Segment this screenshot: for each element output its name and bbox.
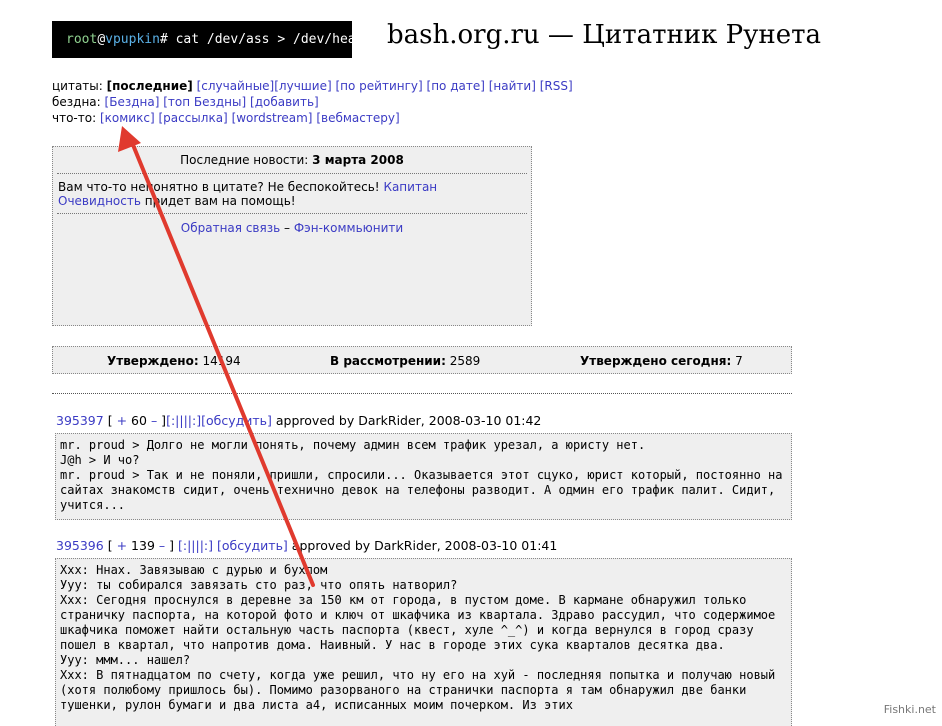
news-header-date: 3 марта 2008 [312,153,404,167]
quote-rating: 60 [131,413,147,428]
stat-approved-value: 14194 [202,354,241,368]
quote-line: mr. proud > Так и не поняли, пришли, спр… [60,468,790,512]
nav-item-comics[interactable]: [комикс] [100,111,155,125]
nav-item-search[interactable]: [найти] [489,79,536,93]
fan-community-link[interactable]: Фэн-коммьюнити [294,221,403,235]
quote-meta: approved by DarkRider, 2008-03-10 01:42 [275,413,542,428]
news-links: Обратная связь – Фэн-коммьюнити [53,221,531,235]
terminal-at: @ [97,32,106,47]
quote-header: 395397 [ + 60 – ][:||||:][обсудить] appr… [56,413,541,428]
terminal-user: root [66,32,98,47]
quote-line: Ххх: Сегодня проснулся в деревне за 150 … [60,593,783,652]
nav-item-random[interactable]: [случайные] [197,79,275,93]
stat-today: Утверждено сегодня: 7 [580,354,743,368]
nav-quotes: цитаты: [последние] [случайные][лучшие] … [52,79,573,93]
stat-approved-label: Утверждено: [107,354,199,368]
stats-bar: Утверждено: 14194 В рассмотрении: 2589 У… [52,346,792,374]
nav-item-abyss-top[interactable]: [топ Бездны] [163,95,246,109]
terminal-banner: root @ vpupkin # cat /dev/ass > /dev/head [52,21,363,58]
quote-text: mr. proud > Долго не могли понять, почем… [55,433,792,520]
vote-down-button[interactable]: – [151,413,157,428]
stat-pending-label: В рассмотрении: [330,354,446,368]
quote-line: J@h > И чо? [60,453,140,467]
watermark: Fishki.net [883,703,936,716]
terminal-host: vpupkin [105,32,160,47]
discuss-link[interactable]: [обсудить] [217,538,288,553]
quote-rating: 139 [131,538,155,553]
news-text-before: Вам что-то непонятно в цитате? Не беспок… [58,180,384,194]
nav-other: что-то: [комикс] [рассылка] [wordstream]… [52,111,400,125]
nav-quotes-label: цитаты: [52,79,103,93]
bayan-button[interactable]: [:||||:] [178,538,213,553]
feedback-link[interactable]: Обратная связь [181,221,280,235]
quote-id-link[interactable]: 395396 [56,538,104,553]
nav-item-by-date[interactable]: [по дате] [427,79,485,93]
quote-bracket-open: [ [107,413,113,428]
nav-item-webmaster[interactable]: [вебмастеру] [316,111,399,125]
news-box: Последние новости: 3 марта 2008 Вам что-… [52,146,532,326]
stat-pending-value: 2589 [449,354,481,368]
news-header-prefix: Последние новости: [180,153,309,167]
stat-today-value: 7 [735,354,743,368]
nav-item-abyss[interactable]: [Бездна] [105,95,160,109]
quote-line: Ууу: ммм... нашел? [60,653,191,667]
terminal-command: # cat /dev/ass > /dev/head [159,32,364,47]
news-header: Последние новости: 3 марта 2008 [53,147,531,173]
nav-item-latest: [последние] [106,79,193,93]
quote-header: 395396 [ + 139 – ] [:||||:] [обсудить] a… [56,538,557,553]
stat-pending: В рассмотрении: 2589 [330,354,480,368]
section-divider [52,393,792,394]
site-title: bash.org.ru — Цитатник Рунета [387,20,822,50]
news-text: Вам что-то непонятно в цитате? Не беспок… [58,180,518,208]
nav-item-by-rating[interactable]: [по рейтингу] [335,79,422,93]
quote-text: Ххх: Ннах. Завязываю с дурью и бухлом Ууу… [55,558,792,726]
nav-item-mailing[interactable]: [рассылка] [158,111,227,125]
quote-line: Ххх: В пятнадцатом по счету, когда уже р… [60,668,783,712]
nav-item-add[interactable]: [добавить] [250,95,319,109]
nav-abyss-label: бездна: [52,95,101,109]
stat-approved: Утверждено: 14194 [107,354,241,368]
quote-meta: approved by DarkRider, 2008-03-10 01:41 [291,538,558,553]
vote-up-button[interactable]: + [117,413,127,428]
quote-bracket-open: [ [107,538,113,553]
nav-item-wordstream[interactable]: [wordstream] [232,111,313,125]
quote-id-link[interactable]: 395397 [56,413,104,428]
nav-other-label: что-то: [52,111,97,125]
quote-bracket-close: ] [169,538,175,553]
vote-up-button[interactable]: + [117,538,127,553]
nav-abyss: бездна: [Бездна] [топ Бездны] [добавить] [52,95,319,109]
quote-line: Ххх: Ннах. Завязываю с дурью и бухлом [60,563,328,577]
vote-down-button[interactable]: – [159,538,165,553]
news-divider [57,213,527,214]
bayan-button[interactable]: [:||||:] [166,413,201,428]
nav-item-rss[interactable]: [RSS] [540,79,573,93]
discuss-link[interactable]: [обсудить] [201,413,272,428]
stat-today-label: Утверждено сегодня: [580,354,732,368]
news-divider [57,173,527,174]
quote-line: mr. proud > Долго не могли понять, почем… [60,438,646,452]
news-links-sep: – [280,221,294,235]
news-text-after: придет вам на помощь! [140,194,296,208]
nav-item-best[interactable]: [лучшие] [274,79,331,93]
quote-line: Ууу: ты собирался завязать сто раз, что … [60,578,458,592]
